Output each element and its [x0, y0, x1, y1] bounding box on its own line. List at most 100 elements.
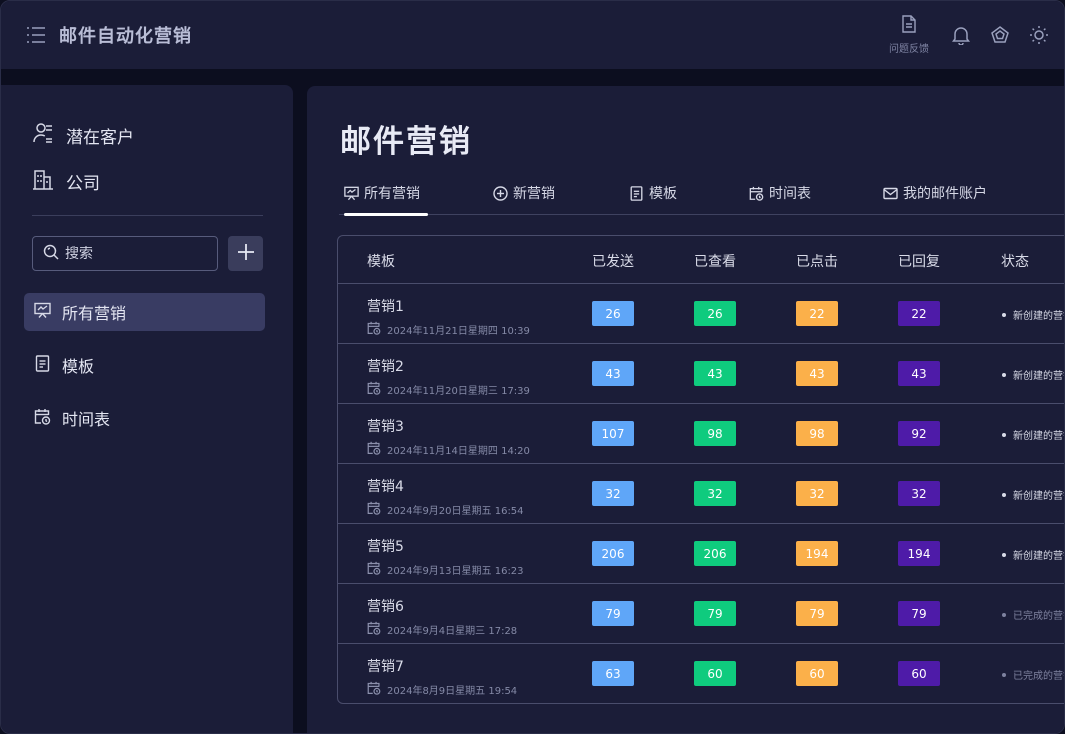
replied-count-badge: 60: [898, 661, 940, 686]
campaign-date-text: 2024年8月9日星期五 19:54: [387, 686, 518, 697]
user-list-icon: [32, 122, 54, 148]
tab-schedule[interactable]: 时间表: [749, 186, 811, 214]
status-text: 新创建的营销: [1013, 371, 1064, 382]
table-row[interactable]: 营销7 2024年8月9日星期五 19:54 63 60 60 60 已完成的营…: [338, 644, 1064, 703]
sidebar-item-label: 模板: [62, 357, 95, 376]
search-input[interactable]: [65, 245, 205, 262]
sidebar-item-schedule[interactable]: 时间表: [24, 399, 265, 437]
tab-bar: 所有营销 新营销 模板 时间表 我的邮件账户: [339, 186, 1064, 216]
campaign-name[interactable]: 营销5: [367, 536, 404, 556]
column-header-clicked[interactable]: 已点击: [796, 251, 838, 271]
sent-count-badge: 206: [592, 541, 634, 566]
campaign-name[interactable]: 营销1: [367, 296, 404, 316]
campaign-date: 2024年8月9日星期五 19:54: [367, 680, 517, 699]
clicked-count-badge: 32: [796, 481, 838, 506]
campaign-date-text: 2024年9月20日星期五 16:54: [387, 506, 524, 517]
table-row[interactable]: 营销3 2024年11月14日星期四 14:20 107 98 98 92 新创…: [338, 404, 1064, 464]
campaign-date: 2024年9月20日星期五 16:54: [367, 500, 524, 519]
table-row[interactable]: 营销1 2024年11月21日星期四 10:39 26 26 22 22 新创建…: [338, 284, 1064, 344]
campaign-date: 2024年11月21日星期四 10:39: [367, 320, 530, 339]
sidebar-item-company[interactable]: 公司: [32, 168, 293, 194]
sent-count-badge: 63: [592, 661, 634, 686]
document-icon: [629, 186, 644, 205]
column-header-viewed[interactable]: 已查看: [694, 251, 736, 271]
column-header-status[interactable]: 状态: [1001, 251, 1029, 271]
feedback-button[interactable]: 问题反馈: [879, 15, 939, 55]
search-box[interactable]: [32, 236, 218, 271]
sent-count-badge: 26: [592, 301, 634, 326]
column-header-replied[interactable]: 已回复: [898, 251, 940, 271]
campaign-name[interactable]: 营销2: [367, 356, 404, 376]
replied-count-badge: 43: [898, 361, 940, 386]
status-text: 已完成的营销: [1013, 611, 1064, 622]
status-badge: 新创建的营销: [1002, 547, 1064, 562]
presentation-chart-icon: [34, 302, 51, 323]
search-icon: [43, 244, 59, 264]
sun-icon[interactable]: [1027, 23, 1051, 47]
status-dot: [1002, 312, 1006, 317]
file-icon: [901, 15, 917, 37]
status-text: 新创建的营销: [1013, 431, 1064, 442]
viewed-count-badge: 79: [694, 601, 736, 626]
menu-list-icon[interactable]: [25, 24, 47, 46]
topbar-actions: 问题反馈: [879, 1, 1064, 69]
calendar-clock-icon: [749, 186, 764, 205]
replied-count-badge: 79: [898, 601, 940, 626]
calendar-clock-icon: [367, 440, 381, 459]
status-badge: 新创建的营销: [1002, 307, 1064, 322]
campaign-name[interactable]: 营销4: [367, 476, 404, 496]
status-text: 新创建的营销: [1013, 551, 1064, 562]
search-row: [32, 236, 293, 271]
status-dot: [1002, 372, 1006, 377]
campaign-name[interactable]: 营销7: [367, 656, 404, 676]
status-dot: [1002, 672, 1006, 677]
palette-icon[interactable]: [988, 23, 1012, 47]
tab-templates[interactable]: 模板: [629, 186, 677, 214]
campaign-name[interactable]: 营销6: [367, 596, 404, 616]
clicked-count-badge: 79: [796, 601, 838, 626]
status-badge: 已完成的营销: [1002, 607, 1064, 622]
app-title: 邮件自动化营销: [59, 26, 192, 47]
building-icon: [32, 168, 54, 194]
page-title: 邮件营销: [340, 124, 472, 160]
campaign-name[interactable]: 营销3: [367, 416, 404, 436]
sidebar-item-leads[interactable]: 潜在客户: [32, 122, 293, 148]
sidebar-item-all-campaigns[interactable]: 所有营销: [24, 293, 265, 331]
viewed-count-badge: 206: [694, 541, 736, 566]
tab-all-campaigns[interactable]: 所有营销: [344, 186, 428, 216]
sidebar-item-templates[interactable]: 模板: [24, 346, 265, 384]
status-dot: [1002, 432, 1006, 437]
sidebar-divider: [32, 215, 263, 216]
campaign-date: 2024年9月13日星期五 16:23: [367, 560, 524, 579]
table-row[interactable]: 营销4 2024年9月20日星期五 16:54 32 32 32 32 新创建的…: [338, 464, 1064, 524]
sidebar-menu: 所有营销 模板 时间表: [1, 293, 293, 437]
status-dot: [1002, 612, 1006, 617]
column-header-sent[interactable]: 已发送: [592, 251, 634, 271]
campaign-date-text: 2024年11月20日星期三 17:39: [387, 386, 530, 397]
replied-count-badge: 194: [898, 541, 940, 566]
table-row[interactable]: 营销5 2024年9月13日星期五 16:23 206 206 194 194 …: [338, 524, 1064, 584]
sidebar-item-label: 潜在客户: [66, 127, 134, 148]
status-text: 新创建的营销: [1013, 491, 1064, 502]
calendar-clock-icon: [367, 620, 381, 639]
tab-label: 我的邮件账户: [903, 186, 987, 202]
calendar-clock-icon: [367, 500, 381, 519]
campaign-table: 模板 已发送 已查看 已点击 已回复 状态 营销1 2024年11月21日星期四…: [337, 235, 1064, 704]
tab-new-campaign[interactable]: 新营销: [493, 186, 555, 214]
status-badge: 新创建的营销: [1002, 427, 1064, 442]
tab-mail-accounts[interactable]: 我的邮件账户: [883, 186, 987, 214]
add-button[interactable]: [228, 236, 263, 271]
bell-icon[interactable]: [949, 23, 973, 47]
document-icon: [34, 354, 51, 376]
table-row[interactable]: 营销6 2024年9月4日星期三 17:28 79 79 79 79 已完成的营…: [338, 584, 1064, 644]
calendar-clock-icon: [367, 380, 381, 399]
clicked-count-badge: 194: [796, 541, 838, 566]
replied-count-badge: 92: [898, 421, 940, 446]
status-dot: [1002, 492, 1006, 497]
viewed-count-badge: 32: [694, 481, 736, 506]
column-header-template[interactable]: 模板: [367, 251, 395, 271]
table-row[interactable]: 营销2 2024年11月20日星期三 17:39 43 43 43 43 新创建…: [338, 344, 1064, 404]
tab-label: 模板: [649, 186, 677, 202]
viewed-count-badge: 60: [694, 661, 736, 686]
calendar-clock-icon: [367, 560, 381, 579]
